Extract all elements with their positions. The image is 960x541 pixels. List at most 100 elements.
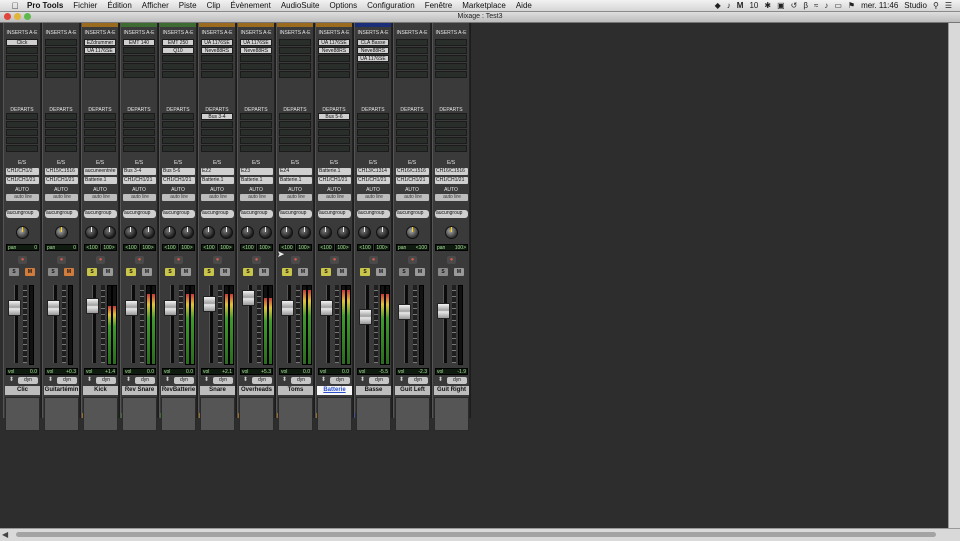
volume-fader[interactable] bbox=[398, 303, 411, 320]
track-comments[interactable] bbox=[44, 397, 79, 431]
fader-track[interactable] bbox=[287, 285, 291, 363]
dyn-button[interactable]: dyn bbox=[213, 377, 233, 384]
send-slot[interactable] bbox=[201, 129, 233, 136]
dyn-button[interactable]: dyn bbox=[369, 377, 389, 384]
menu-item[interactable]: Marketplace bbox=[457, 1, 511, 10]
input-selector[interactable]: CH16/C1516 bbox=[396, 168, 429, 175]
mute-button[interactable]: M bbox=[103, 268, 113, 276]
insert-slot[interactable] bbox=[6, 71, 38, 78]
input-selector[interactable]: Bus 5-6 bbox=[162, 168, 195, 175]
pan-right-knob-icon[interactable] bbox=[103, 226, 116, 239]
send-slot[interactable] bbox=[201, 145, 233, 152]
volume-fader[interactable] bbox=[320, 300, 333, 317]
record-enable-icon[interactable]: ● bbox=[330, 256, 339, 264]
scroll-left-icon[interactable]: ◀ bbox=[2, 530, 8, 539]
wifi-icon[interactable]: ≈ bbox=[814, 1, 818, 10]
record-enable-icon[interactable]: ● bbox=[57, 256, 66, 264]
output-selector[interactable]: CH1/CH1/21 bbox=[396, 177, 429, 184]
send-slot[interactable] bbox=[279, 129, 311, 136]
dyn-button[interactable]: dyn bbox=[96, 377, 116, 384]
group-selector[interactable]: aucungroup bbox=[162, 210, 195, 218]
send-slot[interactable] bbox=[162, 121, 194, 128]
volume-fader[interactable] bbox=[8, 300, 21, 317]
insert-slot[interactable] bbox=[201, 71, 233, 78]
record-enable-icon[interactable]: ● bbox=[174, 256, 183, 264]
horizontal-scrollbar[interactable]: ◀ bbox=[0, 528, 960, 541]
send-slot[interactable] bbox=[84, 145, 116, 152]
fader-track[interactable] bbox=[404, 285, 408, 363]
pan-right-knob-icon[interactable] bbox=[337, 226, 350, 239]
insert-slot[interactable] bbox=[435, 71, 467, 78]
menu-user[interactable]: Studio bbox=[904, 1, 927, 10]
insert-slot[interactable]: UA 1176SE bbox=[201, 39, 233, 46]
menu-item[interactable]: Options bbox=[325, 1, 363, 10]
send-slot[interactable] bbox=[357, 113, 389, 120]
menu-item[interactable]: Configuration bbox=[362, 1, 420, 10]
send-slot[interactable] bbox=[162, 113, 194, 120]
automation-mode[interactable]: auto lire bbox=[240, 194, 273, 201]
dyn-button[interactable]: dyn bbox=[408, 377, 428, 384]
group-selector[interactable]: aucungroup bbox=[435, 210, 468, 218]
group-selector[interactable]: aucungroup bbox=[201, 210, 234, 218]
volume-fader[interactable] bbox=[242, 289, 255, 306]
pan-left-knob-icon[interactable] bbox=[85, 226, 98, 239]
insert-slot[interactable] bbox=[123, 55, 155, 62]
flag-icon[interactable]: ⚑ bbox=[848, 1, 855, 10]
solo-button[interactable]: S bbox=[204, 268, 214, 276]
mute-button[interactable]: M bbox=[142, 268, 152, 276]
input-selector[interactable]: CH1/CH1/2 bbox=[6, 168, 39, 175]
fader-track[interactable] bbox=[443, 285, 447, 363]
output-selector[interactable]: CH1/CH1/21 bbox=[45, 177, 78, 184]
pan-right-knob-icon[interactable] bbox=[142, 226, 155, 239]
group-selector[interactable]: aucungroup bbox=[240, 210, 273, 218]
send-slot[interactable] bbox=[357, 145, 389, 152]
speaker-icon[interactable]: ♪ bbox=[824, 1, 828, 10]
send-slot[interactable] bbox=[279, 145, 311, 152]
output-selector[interactable]: CH1/CH1/21 bbox=[318, 177, 351, 184]
output-selector[interactable]: CH1/CH1/21 bbox=[162, 177, 195, 184]
send-slot[interactable] bbox=[162, 129, 194, 136]
send-slot[interactable] bbox=[45, 129, 77, 136]
send-slot[interactable] bbox=[123, 113, 155, 120]
send-slot[interactable] bbox=[279, 113, 311, 120]
dyn-button[interactable]: dyn bbox=[252, 377, 272, 384]
input-selector[interactable]: EZ2 bbox=[201, 168, 234, 175]
record-enable-icon[interactable]: ● bbox=[447, 256, 456, 264]
automation-mode[interactable]: auto lire bbox=[357, 194, 390, 201]
send-slot[interactable] bbox=[45, 137, 77, 144]
input-selector[interactable]: EZ3 bbox=[240, 168, 273, 175]
track-comments[interactable] bbox=[83, 397, 118, 431]
menu-item[interactable]: Aide bbox=[511, 1, 537, 10]
menu-item[interactable]: Clip bbox=[202, 1, 226, 10]
send-slot[interactable] bbox=[123, 129, 155, 136]
pan-left-knob-icon[interactable] bbox=[124, 226, 137, 239]
send-slot[interactable] bbox=[240, 121, 272, 128]
send-slot[interactable] bbox=[435, 145, 467, 152]
insert-slot[interactable] bbox=[84, 55, 116, 62]
send-slot[interactable] bbox=[279, 137, 311, 144]
pan-left-knob-icon[interactable] bbox=[319, 226, 332, 239]
insert-slot[interactable] bbox=[396, 47, 428, 54]
track-name[interactable]: Rev Snare bbox=[122, 386, 157, 395]
solo-button[interactable]: S bbox=[9, 268, 19, 276]
mail-icon[interactable]: M bbox=[737, 1, 744, 10]
send-slot[interactable] bbox=[435, 121, 467, 128]
send-slot[interactable] bbox=[123, 121, 155, 128]
output-selector[interactable]: Batterie.1 bbox=[279, 177, 312, 184]
insert-slot[interactable] bbox=[318, 63, 350, 70]
menu-item[interactable]: Évènement bbox=[225, 1, 275, 10]
track-name[interactable]: Snare bbox=[200, 386, 235, 395]
dyn-button[interactable]: dyn bbox=[447, 377, 467, 384]
insert-slot[interactable] bbox=[435, 55, 467, 62]
pan-right-knob-icon[interactable] bbox=[376, 226, 389, 239]
send-slot[interactable] bbox=[84, 137, 116, 144]
send-slot[interactable] bbox=[123, 137, 155, 144]
send-slot[interactable] bbox=[84, 121, 116, 128]
solo-button[interactable]: S bbox=[321, 268, 331, 276]
insert-slot[interactable] bbox=[162, 55, 194, 62]
insert-slot[interactable]: Neve88RS bbox=[201, 47, 233, 54]
time-machine-icon[interactable]: ↺ bbox=[791, 1, 798, 10]
output-selector[interactable]: CH1/CH1/21 bbox=[123, 177, 156, 184]
insert-slot[interactable] bbox=[357, 71, 389, 78]
insert-slot[interactable]: EZdrummer bbox=[84, 39, 116, 46]
